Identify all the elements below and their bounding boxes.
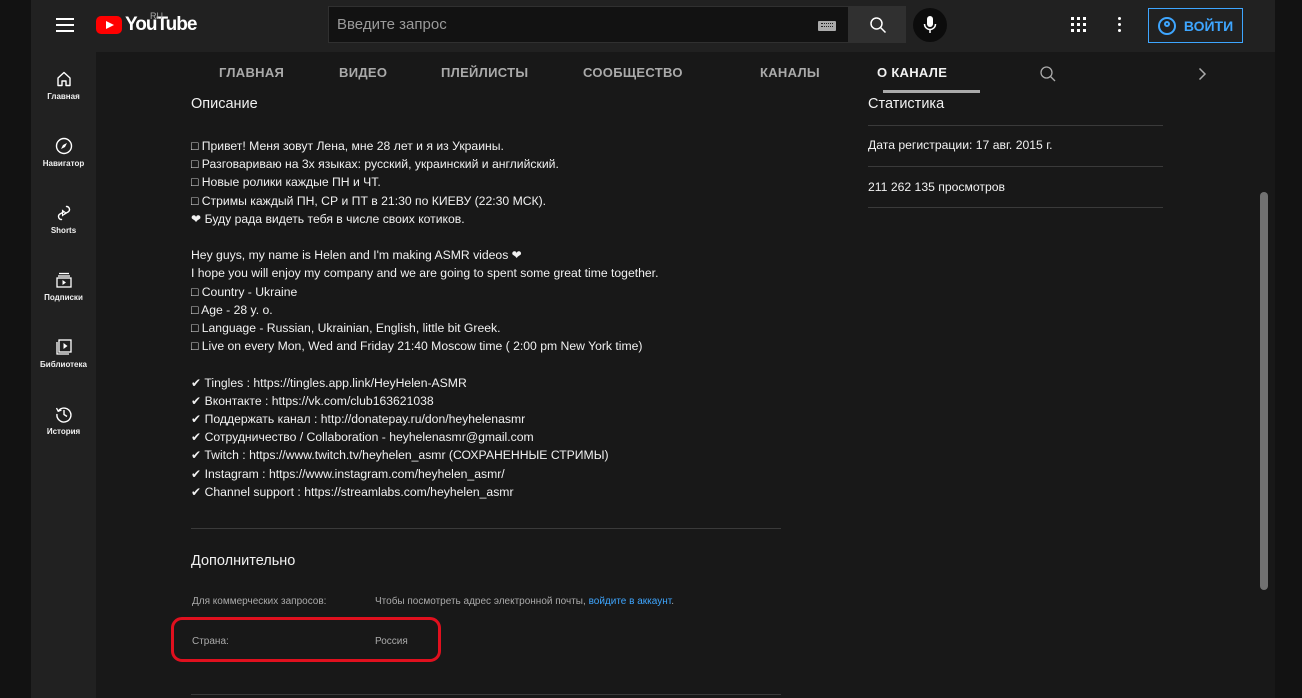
sidebar-item-home[interactable]: Главная — [31, 70, 96, 130]
youtube-app: YouTube RU ВОЙТИ Главная — [31, 0, 1275, 698]
search-icon — [870, 17, 887, 34]
section-divider — [191, 694, 781, 695]
sidebar-item-history[interactable]: История — [31, 405, 96, 465]
stats-divider — [868, 125, 1163, 126]
about-content: Описание □ Привет! Меня зовут Лена, мне … — [96, 94, 1275, 698]
sidebar-item-label: История — [46, 427, 81, 436]
sign-in-label: ВОЙТИ — [1183, 17, 1234, 34]
sidebar-item-label: Навигатор — [42, 159, 85, 168]
scrollbar-thumb[interactable] — [1260, 192, 1268, 590]
tab-community[interactable]: СООБЩЕСТВО — [583, 65, 683, 80]
history-icon — [55, 407, 72, 423]
stats-divider — [868, 166, 1163, 167]
home-icon — [56, 71, 71, 87]
sidebar-item-library[interactable]: Библиотека — [31, 338, 96, 398]
stats-divider — [868, 207, 1163, 208]
shorts-icon — [57, 205, 70, 221]
mini-guide-sidebar: Главная Навигатор Shorts Подписки Библио… — [31, 52, 96, 698]
sidebar-item-label: Shorts — [50, 226, 77, 235]
section-divider — [191, 528, 781, 529]
details-heading: Дополнительно — [191, 553, 296, 569]
play-logo-icon — [96, 16, 122, 34]
tab-videos[interactable]: ВИДЕО — [339, 65, 387, 80]
sign-in-button[interactable]: ВОЙТИ — [1148, 8, 1243, 43]
search-input[interactable] — [329, 7, 809, 42]
tab-home[interactable]: ГЛАВНАЯ — [219, 65, 284, 80]
tab-about[interactable]: О КАНАЛЕ — [877, 65, 947, 80]
search-button[interactable] — [849, 6, 906, 43]
sidebar-item-label: Главная — [47, 92, 80, 101]
masthead: YouTube RU ВОЙТИ — [31, 0, 1275, 52]
business-inquiries-label: Для коммерческих запросов: — [192, 596, 327, 607]
library-icon — [55, 339, 72, 355]
channel-description: □ Привет! Меня зовут Лена, мне 28 лет и … — [191, 139, 659, 499]
country-highlight-annotation — [171, 617, 441, 662]
tab-playlists[interactable]: ПЛЕЙЛИСТЫ — [441, 65, 528, 80]
window-left-margin — [0, 0, 31, 698]
search-box — [328, 6, 849, 43]
subscriptions-icon — [55, 272, 72, 288]
sidebar-item-explore[interactable]: Навигатор — [31, 137, 96, 197]
channel-tabs: ГЛАВНАЯ ВИДЕО ПЛЕЙЛИСТЫ СООБЩЕСТВО КАНАЛ… — [96, 52, 1275, 94]
description-heading: Описание — [191, 96, 258, 112]
menu-icon[interactable] — [53, 14, 77, 38]
voice-search-button[interactable] — [913, 8, 947, 42]
account-circle-icon — [1157, 16, 1176, 35]
chevron-right-icon[interactable] — [1197, 67, 1207, 81]
apps-grid-icon[interactable] — [1071, 17, 1087, 33]
business-inquiries-text: Чтобы посмотреть адрес электронной почты… — [375, 596, 586, 607]
view-count: 211 262 135 просмотров — [868, 180, 1006, 194]
sidebar-item-subscriptions[interactable]: Подписки — [31, 271, 96, 331]
youtube-logo[interactable]: YouTube — [96, 13, 197, 37]
keyboard-icon[interactable] — [818, 21, 836, 31]
sidebar-item-label: Библиотека — [40, 360, 87, 369]
stats-heading: Статистика — [868, 96, 945, 112]
tab-channels[interactable]: КАНАЛЫ — [760, 65, 820, 80]
search-icon[interactable] — [1039, 65, 1057, 83]
sidebar-item-shorts[interactable]: Shorts — [31, 204, 96, 264]
business-inquiries-suffix: . — [671, 596, 674, 607]
sidebar-item-label: Подписки — [44, 293, 83, 302]
window-right-margin — [1275, 0, 1302, 698]
sign-in-link[interactable]: войдите в аккаунт — [589, 596, 672, 607]
region-code: RU — [150, 11, 163, 21]
compass-icon — [55, 137, 72, 155]
active-tab-indicator — [883, 90, 980, 93]
business-inquiries-value: Чтобы посмотреть адрес электронной почты… — [375, 596, 674, 607]
more-vert-icon[interactable] — [1118, 17, 1122, 33]
joined-date: Дата регистрации: 17 авг. 2015 г. — [868, 138, 1053, 152]
microphone-icon — [923, 16, 937, 33]
